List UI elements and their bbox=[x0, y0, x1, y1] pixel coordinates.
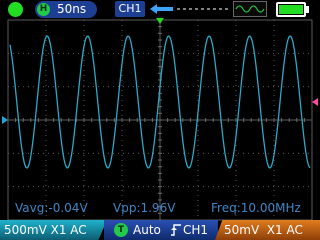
vavg-measurement: Vavg:-0.04V bbox=[15, 201, 88, 215]
ch2-settings[interactable]: 50mV X1 AC bbox=[215, 220, 320, 240]
ch1-settings-label: 500mV X1 AC bbox=[4, 223, 87, 237]
left-arrow-icon bbox=[150, 4, 157, 14]
ch2-settings-label: 50mV X1 AC bbox=[224, 223, 303, 237]
trigger-source: CH1 bbox=[183, 223, 209, 237]
trigger-source-box[interactable]: CH1 bbox=[115, 1, 145, 17]
trigger-badge: T bbox=[114, 223, 128, 237]
trigger-mode: Auto bbox=[133, 223, 161, 237]
trigger-settings[interactable]: T Auto CH1 bbox=[104, 220, 218, 240]
run-status-indicator[interactable] bbox=[8, 2, 23, 17]
position-bar bbox=[157, 7, 173, 11]
frequency-measurement: Freq:10.00MHz bbox=[211, 201, 301, 215]
bottom-status-bar: 500mV X1 AC T Auto CH1 50mV X1 AC bbox=[0, 220, 320, 240]
ch1-offset-marker bbox=[2, 116, 8, 124]
rising-edge-icon bbox=[171, 224, 181, 236]
horizontal-position-indicator[interactable] bbox=[150, 3, 228, 15]
battery-level bbox=[279, 5, 303, 14]
timebase-value: 50ns bbox=[57, 2, 87, 16]
oscilloscope-screen[interactable] bbox=[0, 18, 320, 222]
waveform-preview-icon bbox=[233, 1, 267, 17]
trigger-position-marker bbox=[156, 18, 164, 24]
ch2-trigger-level-marker bbox=[312, 98, 318, 106]
ch1-settings[interactable]: 500mV X1 AC bbox=[0, 220, 107, 240]
battery-icon bbox=[276, 2, 306, 17]
battery-tip bbox=[306, 6, 309, 13]
timebase-control[interactable]: H 50ns bbox=[35, 1, 97, 18]
top-status-bar: H 50ns CH1 bbox=[0, 0, 320, 20]
vpp-measurement: Vpp:1.96V bbox=[113, 201, 176, 215]
horizontal-badge: H bbox=[37, 3, 50, 16]
